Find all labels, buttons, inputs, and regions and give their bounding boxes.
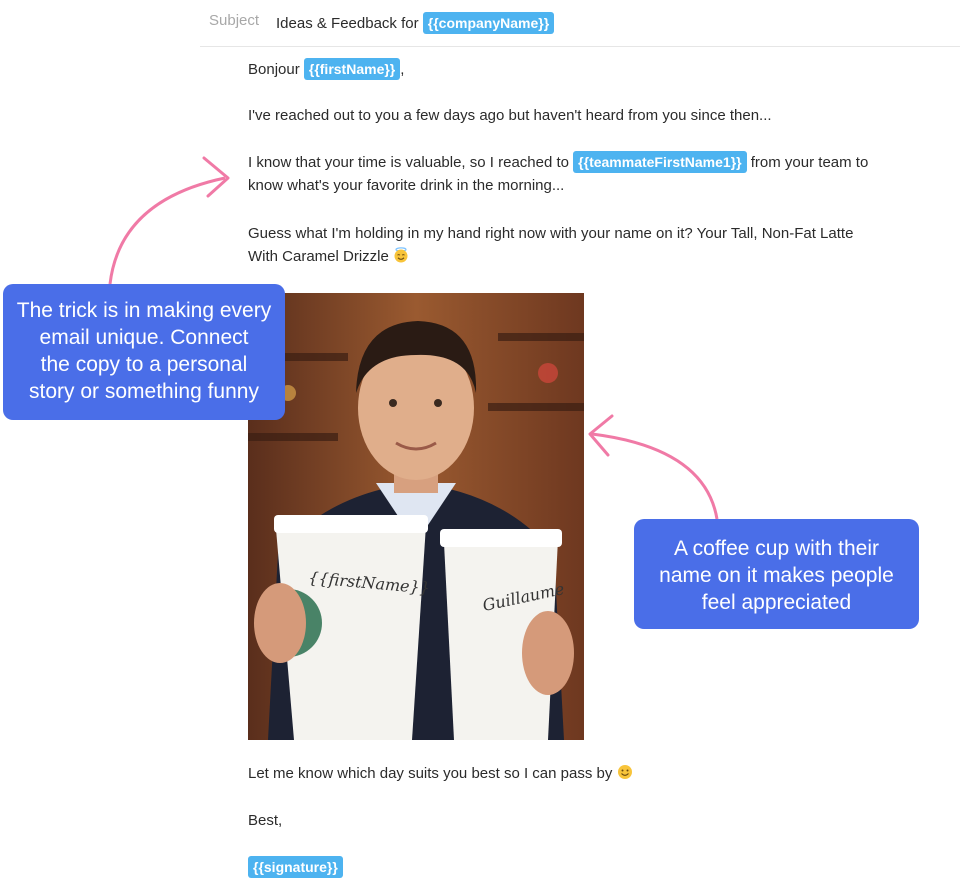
photo-illustration: {{firstName}} Guillaume — [248, 293, 584, 740]
callout-right: A coffee cup with their name on it makes… — [634, 519, 919, 629]
paragraph-3-line-2-text: With Caramel Drizzle — [248, 248, 389, 265]
callout-right-line: A coffee cup with their — [673, 537, 880, 560]
company-name-tag[interactable]: {{companyName}} — [422, 12, 555, 34]
callout-left-line: the copy to a personal — [40, 353, 248, 376]
callout-right-line: name on it makes people — [659, 564, 894, 587]
callout-left-line: story or something funny — [29, 380, 259, 403]
paragraph-2-line-2: know what's your favorite drink in the m… — [248, 177, 565, 194]
paragraph-4: Let me know which day suits you best so … — [248, 762, 633, 785]
signature-line: {{signature}} — [248, 856, 343, 879]
greeting-line: Bonjour {{firstName}}, — [248, 58, 404, 81]
paragraph-2-end: from your team to — [750, 154, 869, 171]
callout-left: The trick is in making every email uniqu… — [3, 284, 285, 420]
paragraph-4-text: Let me know which day suits you best so … — [248, 765, 613, 782]
paragraph-1: I've reached out to you a few days ago b… — [248, 107, 772, 124]
paragraph-3-line-1: Guess what I'm holding in my hand right … — [248, 225, 854, 242]
left-arrowhead — [202, 156, 230, 198]
teammate-first-name-tag[interactable]: {{teammateFirstName1}} — [573, 151, 747, 173]
smile-icon — [617, 765, 632, 779]
subject-label: Subject — [209, 12, 260, 29]
coffee-cups-photo: {{firstName}} Guillaume — [248, 293, 584, 740]
subject-text: Ideas & Feedback for — [276, 15, 419, 32]
paragraph-2-line-1: I know that your time is valuable, so I … — [248, 151, 868, 174]
left-arrow — [108, 176, 226, 285]
closing: Best, — [248, 812, 283, 829]
callout-right-line: feel appreciated — [701, 591, 852, 614]
subject-row: Subject Ideas & Feedback for {{companyNa… — [200, 0, 960, 47]
halo-smile-icon — [394, 247, 408, 263]
greeting-text: Bonjour — [248, 61, 300, 78]
right-arrow — [591, 432, 719, 520]
subject-field[interactable]: Ideas & Feedback for {{companyName}} — [276, 12, 555, 34]
signature-tag[interactable]: {{signature}} — [248, 856, 343, 878]
first-name-tag[interactable]: {{firstName}} — [303, 58, 401, 80]
greeting-suffix: , — [400, 61, 405, 78]
paragraph-2-start: I know that your time is valuable, so I … — [248, 154, 569, 171]
callout-left-line: email unique. Connect — [39, 326, 249, 349]
right-arrowhead — [588, 414, 614, 457]
paragraph-3-line-2: With Caramel Drizzle — [248, 245, 409, 268]
callout-left-line: The trick is in making every — [16, 299, 272, 322]
